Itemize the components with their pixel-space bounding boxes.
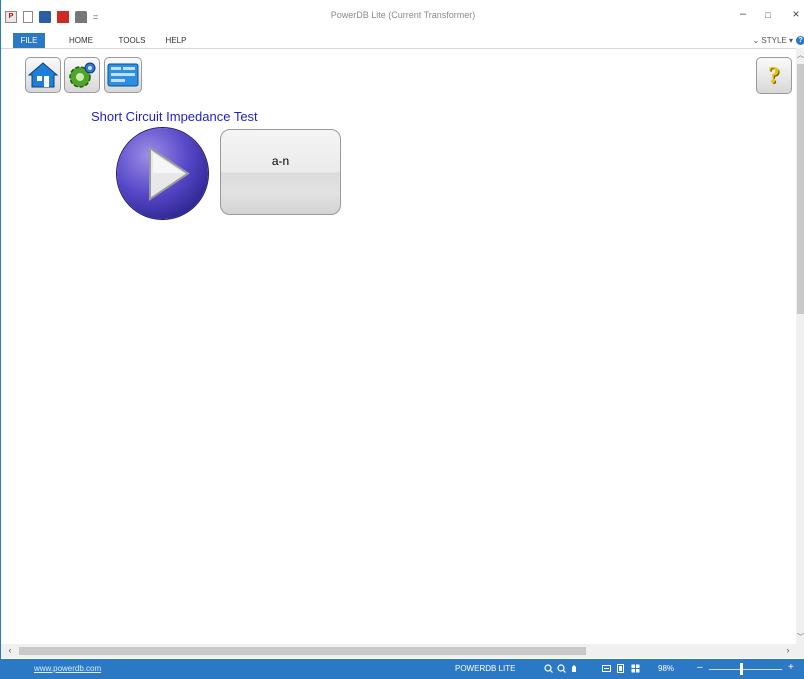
form-icon xyxy=(107,63,139,87)
tab-file[interactable]: FILE xyxy=(13,33,45,48)
title-bar: P = PowerDB Lite (Current Transformer) –… xyxy=(1,0,804,33)
home-icon xyxy=(28,62,58,88)
status-bar: www.powerdb.com POWERDB LITE 98% – + xyxy=(1,659,804,679)
minimize-button[interactable]: – xyxy=(733,8,753,20)
horizontal-scrollbar[interactable]: ‹ › xyxy=(1,644,804,658)
zoom-out-icon[interactable] xyxy=(557,664,566,673)
page-width-icon[interactable] xyxy=(602,664,611,673)
pan-icon[interactable] xyxy=(570,664,579,673)
close-button[interactable]: × xyxy=(786,7,804,21)
ribbon-tabs: FILE HOME TOOLS HELP ⌄ STYLE ▾ ? xyxy=(1,33,804,48)
phase-a-n-button[interactable]: a-n xyxy=(220,129,341,215)
maximize-button[interactable]: □ xyxy=(758,10,778,20)
scroll-right-icon[interactable]: › xyxy=(782,645,794,657)
zoom-in-icon[interactable] xyxy=(544,664,553,673)
test-title: Short Circuit Impedance Test xyxy=(91,109,258,124)
phase-label: a-n xyxy=(271,154,290,168)
help-button[interactable]: ? xyxy=(756,57,792,94)
tab-home[interactable]: HOME xyxy=(64,33,98,48)
app-window: P = PowerDB Lite (Current Transformer) –… xyxy=(0,0,804,679)
horizontal-scroll-thumb[interactable] xyxy=(19,647,586,655)
tab-tools[interactable]: TOOLS xyxy=(115,33,149,48)
single-page-icon[interactable] xyxy=(616,664,625,673)
play-icon xyxy=(149,146,190,201)
zoom-slider-track[interactable] xyxy=(709,669,782,670)
style-menu[interactable]: ⌄ STYLE ▾ xyxy=(752,33,793,48)
scroll-down-icon[interactable]: ﹀ xyxy=(796,632,804,642)
zoom-slider-thumb[interactable] xyxy=(740,663,744,675)
settings-icon xyxy=(69,62,96,88)
tab-help[interactable]: HELP xyxy=(161,33,191,48)
vertical-scroll-thumb[interactable] xyxy=(797,64,804,314)
zoom-plus-button[interactable]: + xyxy=(788,662,794,673)
run-test-button[interactable] xyxy=(117,128,208,219)
zoom-minus-button[interactable]: – xyxy=(697,662,703,673)
website-link[interactable]: www.powerdb.com xyxy=(34,664,101,673)
dropdown-arrow-icon: ▾ xyxy=(786,36,793,45)
form-button[interactable] xyxy=(104,57,142,93)
home-button[interactable] xyxy=(25,57,61,93)
style-menu-label: STYLE xyxy=(761,36,787,45)
main-content: ? Short Circuit Impedance Test a-n xyxy=(1,48,796,644)
scroll-left-icon[interactable]: ‹ xyxy=(4,645,16,657)
multi-page-icon[interactable] xyxy=(631,664,640,673)
zoom-percent: 98% xyxy=(658,664,675,673)
vertical-scrollbar[interactable]: ︿ ﹀ xyxy=(796,48,804,644)
scroll-up-icon[interactable]: ︿ xyxy=(796,50,804,60)
help-icon[interactable]: ? xyxy=(796,36,804,45)
window-title: PowerDB Lite (Current Transformer) xyxy=(330,10,476,20)
product-name: POWERDB LITE xyxy=(455,664,516,673)
settings-button[interactable] xyxy=(64,57,100,93)
